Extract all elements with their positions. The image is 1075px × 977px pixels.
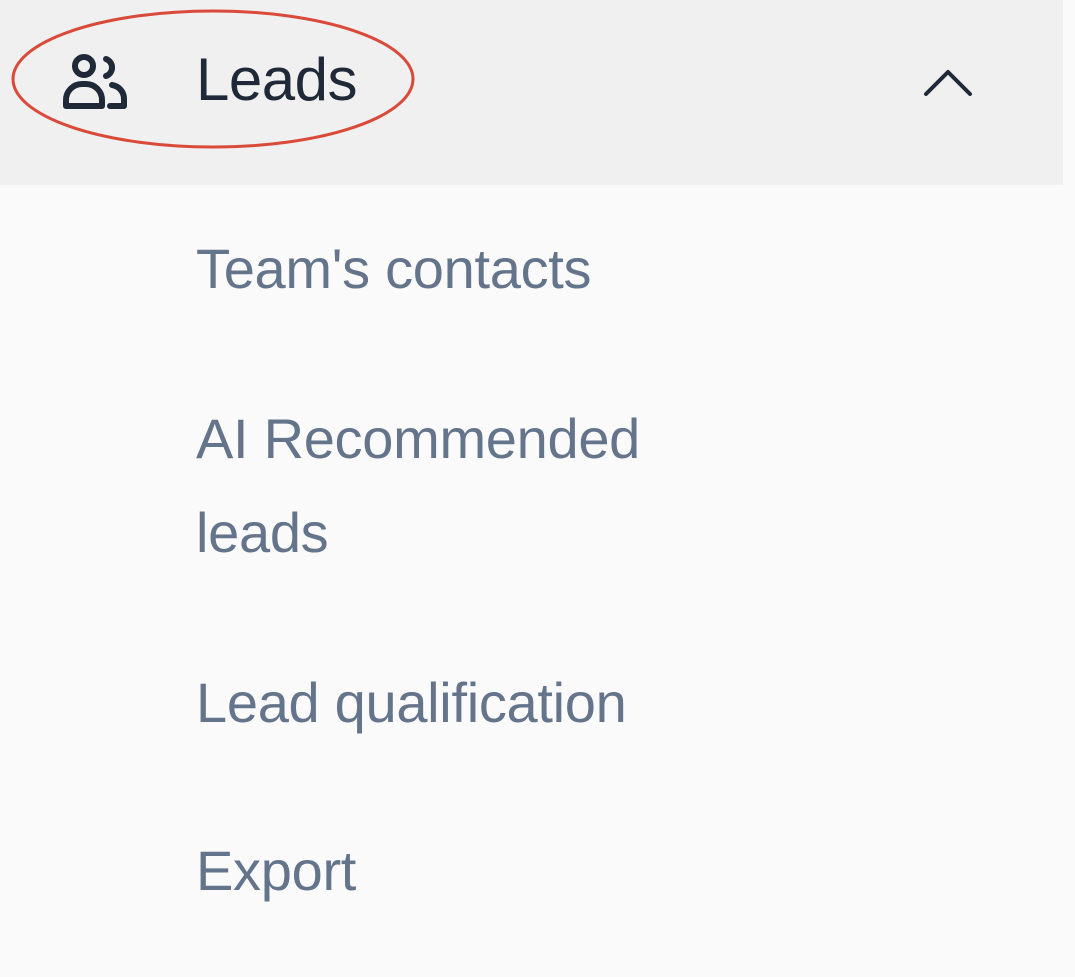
nav-item-teams-contacts[interactable]: Team's contacts	[196, 222, 592, 316]
chevron-up-icon[interactable]	[920, 62, 976, 102]
nav-item-lead-qualification[interactable]: Lead qualification	[196, 656, 627, 750]
sidebar-nav: Leads Team's contacts AI Recommended lea…	[0, 0, 1075, 977]
users-icon	[60, 52, 132, 112]
leads-section-label: Leads	[196, 46, 357, 113]
nav-item-ai-recommended-leads[interactable]: AI Recommended leads	[196, 392, 736, 580]
leads-section-toggle[interactable]: Leads	[0, 0, 1063, 185]
nav-item-export[interactable]: Export	[196, 824, 356, 918]
